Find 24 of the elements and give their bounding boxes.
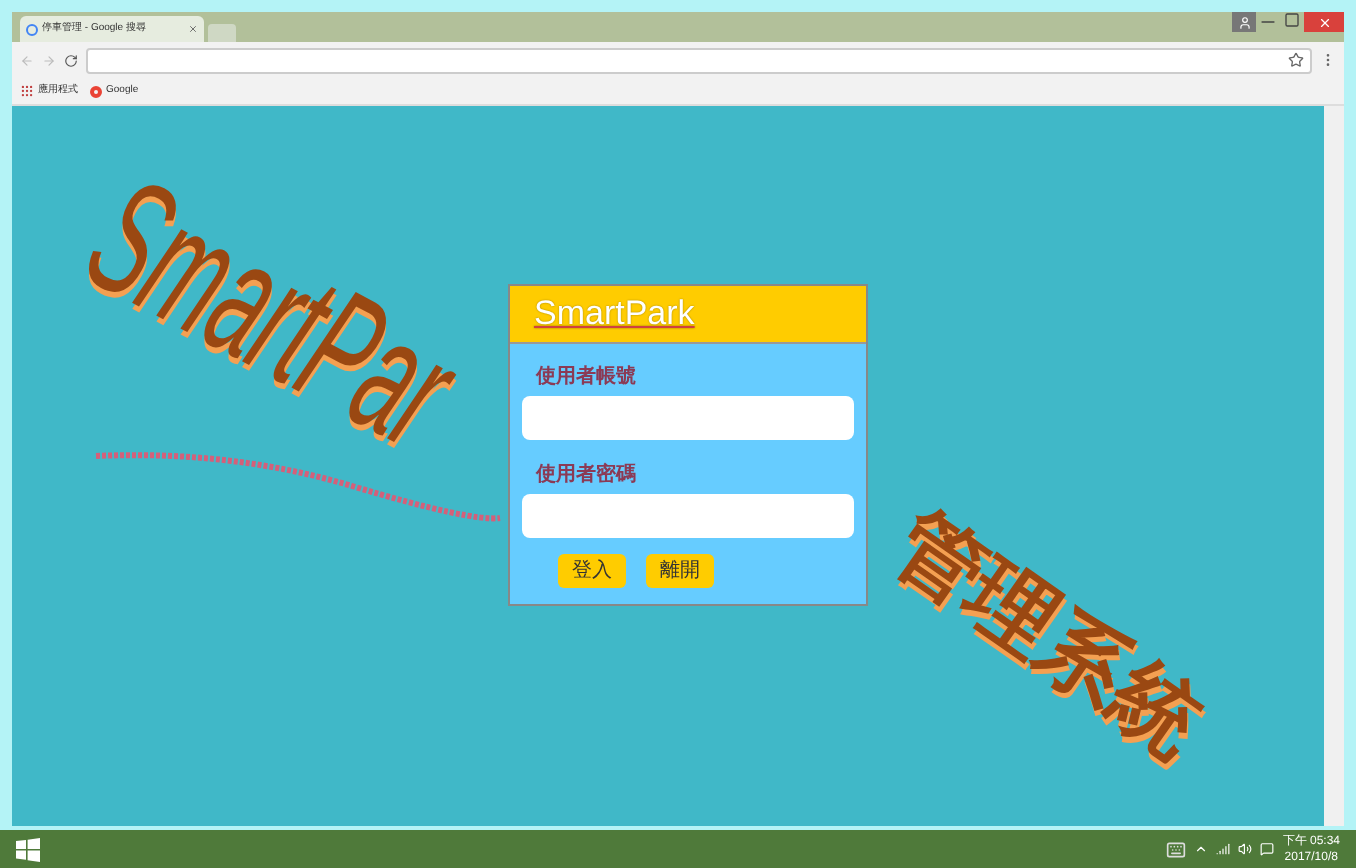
field-label: 使用者帳號 — [536, 363, 638, 392]
dialog-button[interactable]: 登入 — [558, 554, 626, 588]
user-button[interactable] — [1232, 12, 1256, 32]
keyboard-icon[interactable] — [1166, 839, 1187, 859]
star-icon[interactable] — [1288, 52, 1304, 68]
reload-icon[interactable] — [64, 53, 78, 67]
signal-icon[interactable] — [1216, 842, 1231, 856]
notification-icon[interactable] — [1260, 842, 1275, 856]
apps-icon — [20, 84, 34, 98]
word-art: SmartPar — [65, 150, 479, 475]
volume-icon[interactable] — [1238, 842, 1253, 856]
close-icon — [1317, 15, 1331, 29]
user-icon — [1237, 15, 1251, 29]
text-field[interactable] — [522, 396, 854, 440]
word-art: 管理系統 — [877, 498, 1217, 772]
dialog-button[interactable]: 離開 — [646, 554, 714, 588]
dialog-title: SmartPark — [534, 292, 695, 337]
address-field[interactable] — [86, 47, 1312, 73]
maximize-icon[interactable] — [1280, 12, 1304, 28]
text-field[interactable] — [522, 494, 854, 538]
close-button[interactable] — [1304, 12, 1344, 32]
windows-logo-icon[interactable] — [16, 837, 40, 861]
field-label: 使用者密碼 — [536, 461, 638, 490]
chevron-up-icon[interactable] — [1194, 842, 1209, 856]
